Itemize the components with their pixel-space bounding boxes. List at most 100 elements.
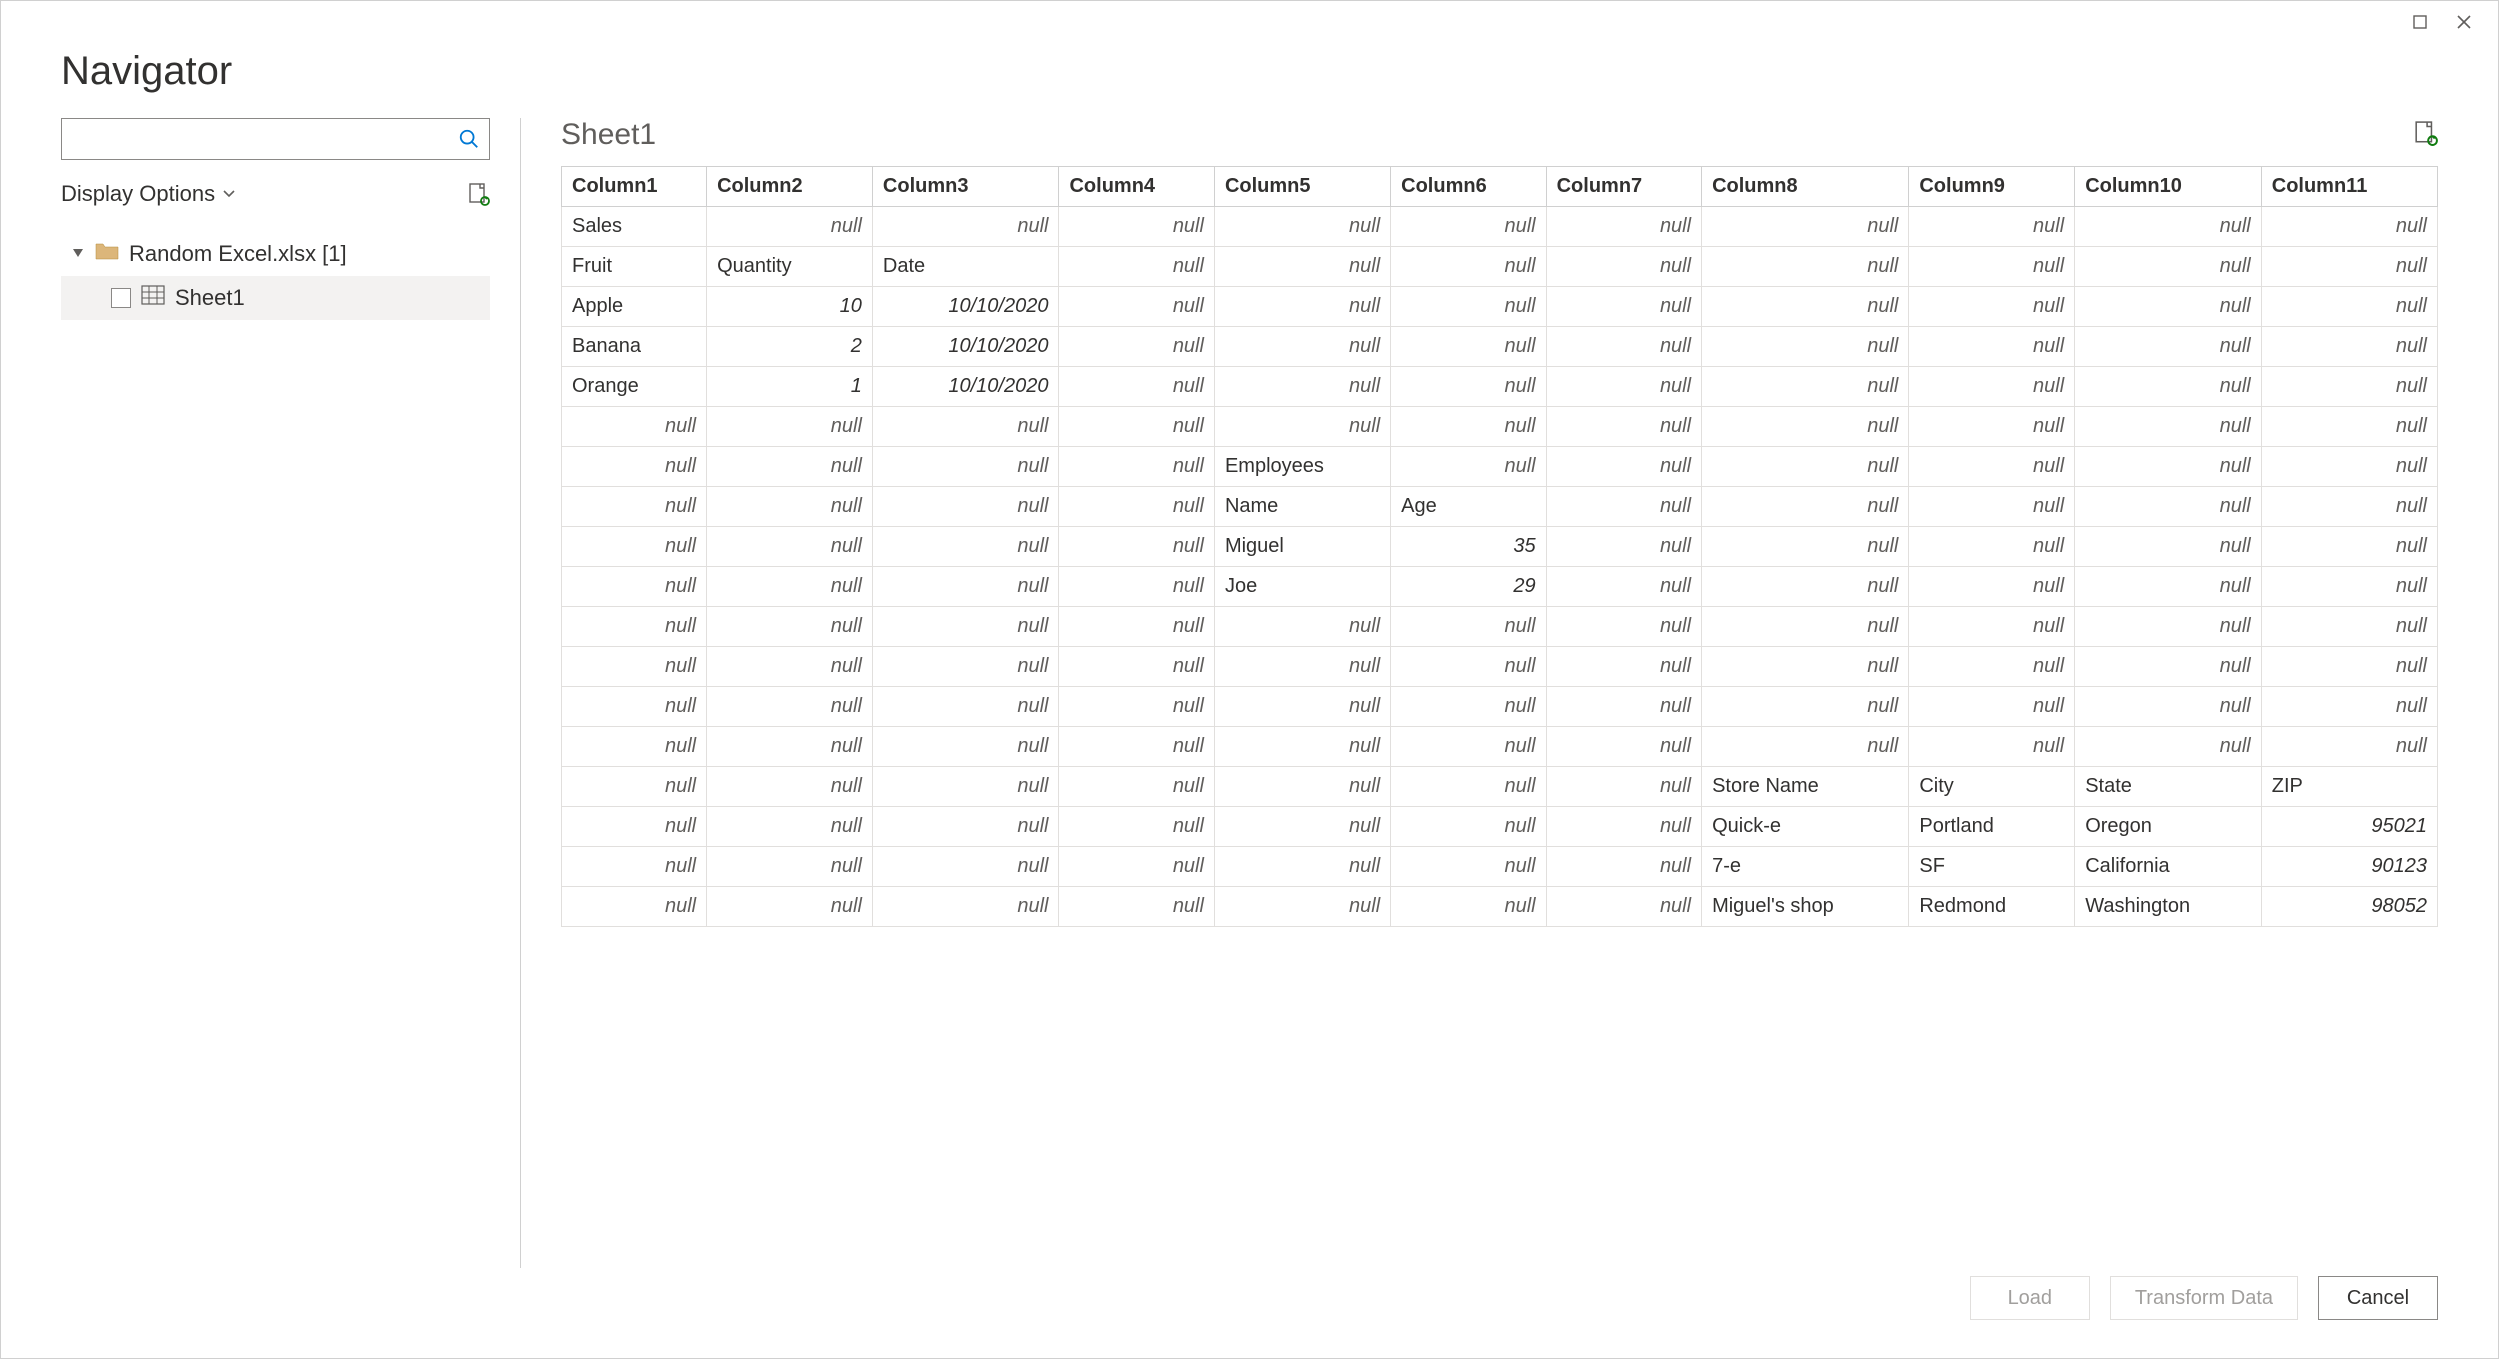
tree-file-node[interactable]: Random Excel.xlsx [1]: [61, 232, 490, 276]
table-cell: null: [1702, 567, 1909, 607]
column-header[interactable]: Column3: [872, 167, 1059, 207]
column-header[interactable]: Column1: [562, 167, 707, 207]
dialog-header: Navigator: [1, 49, 2498, 118]
close-button[interactable]: [2442, 7, 2486, 37]
table-cell: Oregon: [2075, 807, 2262, 847]
table-row: Apple1010/10/2020nullnullnullnullnullnul…: [562, 287, 2438, 327]
table-cell: null: [1546, 207, 1701, 247]
transform-data-button[interactable]: Transform Data: [2110, 1276, 2298, 1320]
table-cell: null: [2261, 607, 2437, 647]
table-cell: null: [2075, 287, 2262, 327]
table-cell: null: [2075, 487, 2262, 527]
table-cell: null: [1546, 447, 1701, 487]
column-header[interactable]: Column11: [2261, 167, 2437, 207]
table-cell: null: [1702, 367, 1909, 407]
table-cell: 7-e: [1702, 847, 1909, 887]
preview-table: Column1Column2Column3Column4Column5Colum…: [561, 166, 2438, 927]
cancel-button[interactable]: Cancel: [2318, 1276, 2438, 1320]
table-cell: null: [1391, 847, 1546, 887]
table-cell: Age: [1391, 487, 1546, 527]
table-cell: null: [1214, 807, 1390, 847]
column-header[interactable]: Column4: [1059, 167, 1214, 207]
column-header[interactable]: Column9: [1909, 167, 2075, 207]
refresh-tree-button[interactable]: [468, 182, 490, 206]
tree-sheet-node[interactable]: Sheet1: [61, 276, 490, 320]
search-input[interactable]: [62, 128, 449, 151]
table-cell: null: [1059, 607, 1214, 647]
load-button[interactable]: Load: [1970, 1276, 2090, 1320]
table-cell: null: [1059, 527, 1214, 567]
table-row: nullnullnullnullMiguel35nullnullnullnull…: [562, 527, 2438, 567]
table-cell: null: [1214, 887, 1390, 927]
table-cell: 10/10/2020: [872, 367, 1059, 407]
table-cell: null: [1546, 807, 1701, 847]
table-row: nullnullnullnullnullnullnullStore NameCi…: [562, 767, 2438, 807]
titlebar: [1, 1, 2498, 49]
table-row: nullnullnullnullnullnullnullMiguel's sho…: [562, 887, 2438, 927]
table-row: nullnullnullnullnullnullnull7-eSFCalifor…: [562, 847, 2438, 887]
display-options-button[interactable]: Display Options: [61, 181, 235, 207]
table-cell: Banana: [562, 327, 707, 367]
table-cell: null: [872, 527, 1059, 567]
table-cell: Portland: [1909, 807, 2075, 847]
maximize-button[interactable]: [2398, 7, 2442, 37]
table-row: nullnullnullnullnullnullnullnullnullnull…: [562, 607, 2438, 647]
table-cell: null: [1059, 647, 1214, 687]
table-cell: Date: [872, 247, 1059, 287]
search-box[interactable]: [61, 118, 490, 160]
table-cell: null: [562, 687, 707, 727]
column-header[interactable]: Column7: [1546, 167, 1701, 207]
table-row: nullnullnullnullJoe29nullnullnullnullnul…: [562, 567, 2438, 607]
preview-table-wrap[interactable]: Column1Column2Column3Column4Column5Colum…: [561, 166, 2438, 927]
table-cell: null: [1059, 727, 1214, 767]
refresh-preview-button[interactable]: [2414, 119, 2438, 152]
navigator-window: Navigator Display Options: [0, 0, 2499, 1359]
table-cell: null: [1059, 487, 1214, 527]
table-cell: null: [1059, 327, 1214, 367]
column-header[interactable]: Column10: [2075, 167, 2262, 207]
table-cell: null: [872, 447, 1059, 487]
table-cell: null: [1391, 447, 1546, 487]
table-cell: null: [1702, 327, 1909, 367]
table-cell: null: [1702, 727, 1909, 767]
table-cell: null: [707, 207, 873, 247]
table-cell: Quantity: [707, 247, 873, 287]
table-cell: null: [707, 727, 873, 767]
table-cell: null: [872, 687, 1059, 727]
preview-title: Sheet1: [561, 118, 656, 152]
table-cell: null: [1702, 647, 1909, 687]
table-cell: null: [562, 567, 707, 607]
column-header[interactable]: Column8: [1702, 167, 1909, 207]
table-cell: null: [1214, 367, 1390, 407]
transform-label: Transform Data: [2135, 1287, 2273, 1310]
column-header[interactable]: Column5: [1214, 167, 1390, 207]
table-cell: null: [1702, 487, 1909, 527]
table-cell: null: [1546, 287, 1701, 327]
table-row: FruitQuantityDatenullnullnullnullnullnul…: [562, 247, 2438, 287]
table-cell: null: [707, 767, 873, 807]
table-cell: null: [2075, 687, 2262, 727]
table-cell: City: [1909, 767, 2075, 807]
table-row: nullnullnullnullnullnullnullnullnullnull…: [562, 407, 2438, 447]
table-cell: null: [2075, 367, 2262, 407]
table-cell: null: [562, 647, 707, 687]
table-cell: null: [1909, 487, 2075, 527]
right-panel: Sheet1: [521, 118, 2438, 1268]
table-cell: null: [1059, 567, 1214, 607]
sheet-checkbox[interactable]: [111, 288, 131, 308]
table-cell: null: [1214, 647, 1390, 687]
collapse-caret-icon[interactable]: [71, 249, 85, 259]
table-cell: null: [562, 807, 707, 847]
table-cell: null: [1391, 247, 1546, 287]
table-cell: null: [1546, 887, 1701, 927]
column-header[interactable]: Column2: [707, 167, 873, 207]
column-header[interactable]: Column6: [1391, 167, 1546, 207]
sheet-refresh-icon: [2414, 119, 2438, 147]
table-cell: null: [1214, 767, 1390, 807]
table-cell: null: [1909, 327, 2075, 367]
table-cell: null: [1909, 687, 2075, 727]
table-cell: null: [1909, 287, 2075, 327]
table-cell: null: [1214, 247, 1390, 287]
table-cell: null: [1391, 607, 1546, 647]
sheet-refresh-icon: [468, 182, 490, 206]
